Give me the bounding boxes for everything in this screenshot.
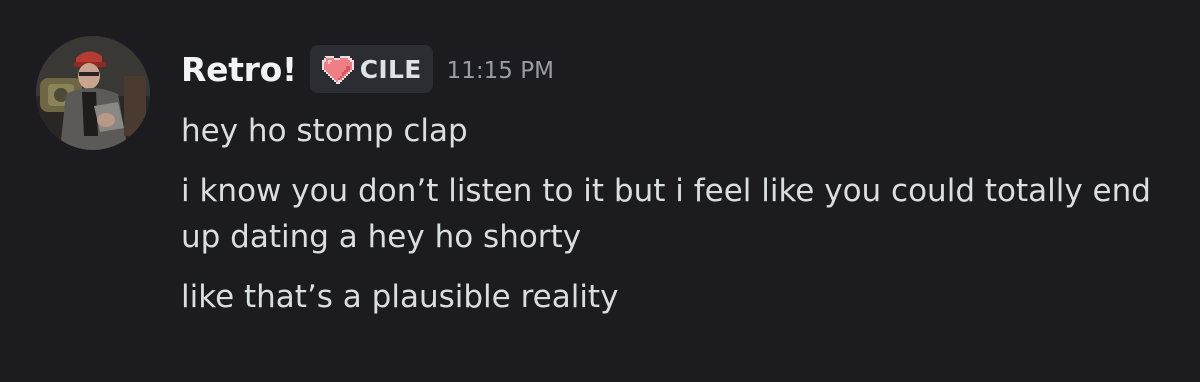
message-line: i know you don’t listen to it but i feel… (181, 173, 1151, 255)
timestamp[interactable]: 11:15 PM (447, 54, 554, 84)
message-content: hey ho stomp clap i know you don’t liste… (181, 108, 1171, 334)
pixel-heart-icon (320, 54, 354, 84)
message-line: like that’s a plausible reality (181, 279, 619, 315)
avatar[interactable] (36, 36, 150, 150)
username[interactable]: Retro! (181, 50, 297, 89)
message-header: Retro! CILE 11:15 PM (181, 44, 554, 94)
message-line: hey ho stomp clap (181, 113, 468, 149)
clan-tag-label: CILE (359, 54, 422, 84)
clan-tag[interactable]: CILE (309, 45, 433, 93)
chat-message: Retro! CILE 11:15 PM hey ho stomp clap i… (0, 0, 1200, 382)
